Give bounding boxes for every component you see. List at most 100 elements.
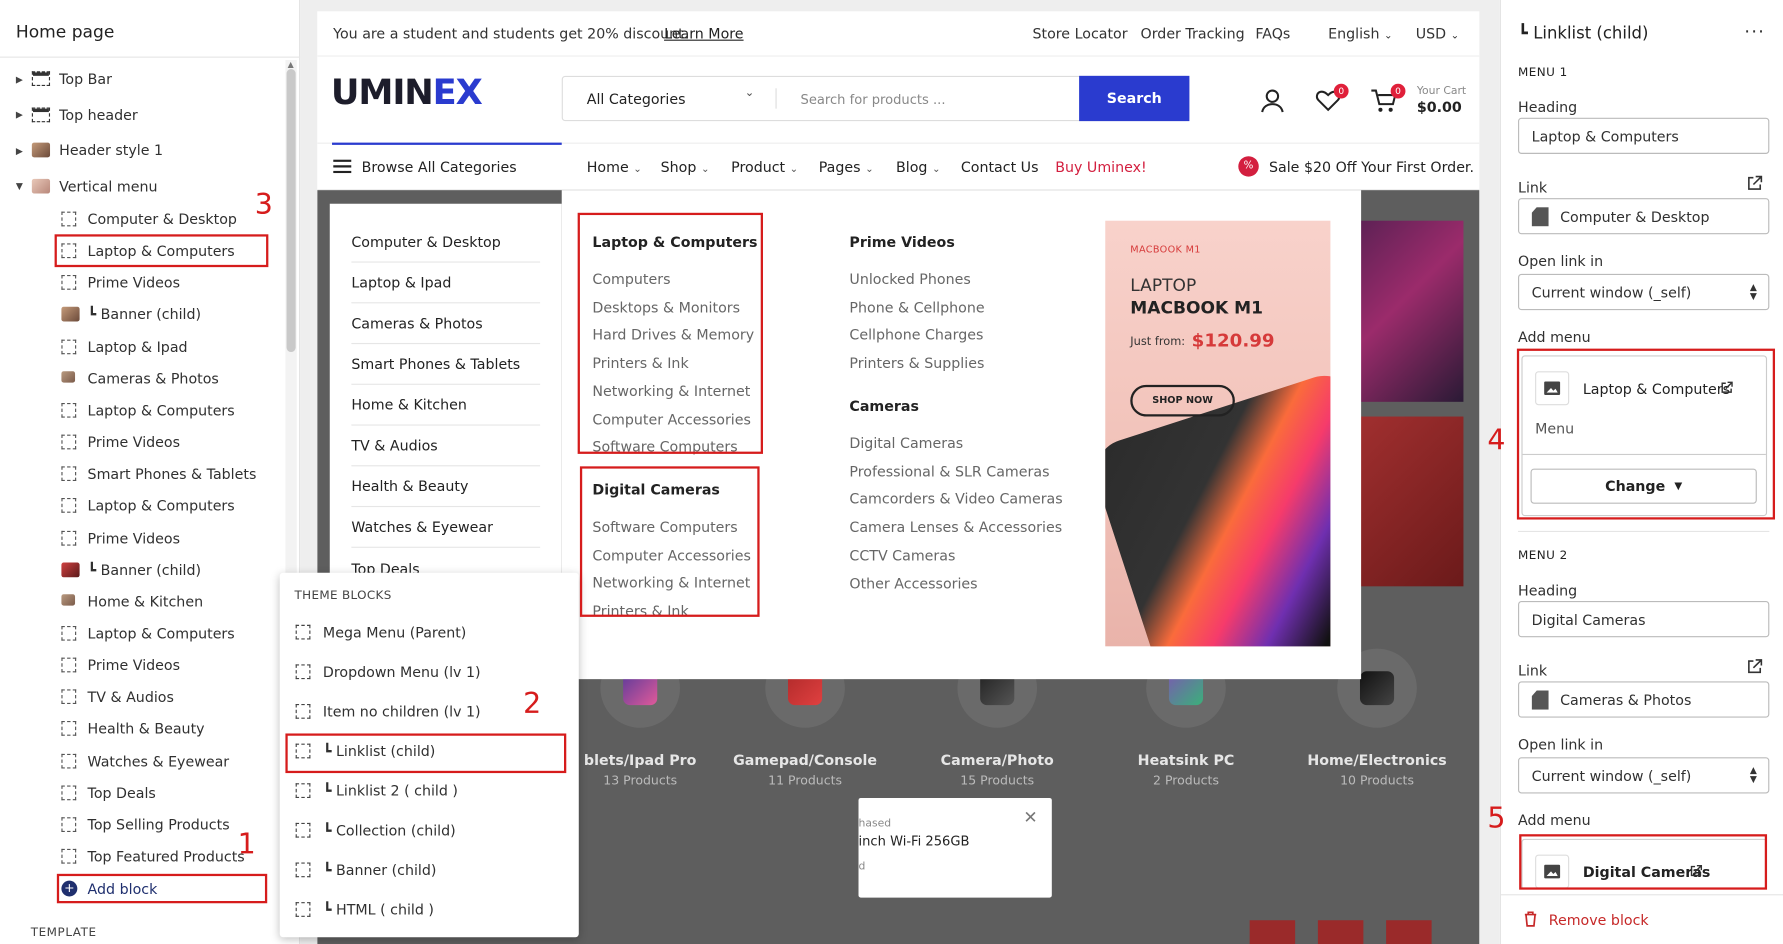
caret-right-icon[interactable]: ▶ bbox=[16, 110, 23, 120]
close-icon[interactable]: ✕ bbox=[1023, 807, 1037, 827]
tree-item[interactable]: Prime Videos bbox=[0, 651, 284, 680]
tree-item[interactable]: Laptop & Ipad bbox=[0, 332, 284, 361]
nav-item-blog[interactable]: Blog ⌄ bbox=[896, 158, 941, 175]
mega-menu-link[interactable]: Camcorders & Video Cameras bbox=[849, 491, 1062, 508]
caret-down-icon[interactable]: ▼ bbox=[16, 181, 23, 191]
nav-item-home[interactable]: Home ⌄ bbox=[587, 158, 642, 175]
menu1-open-select[interactable]: Current window (_self) ▲ ▼ bbox=[1518, 273, 1770, 311]
mega-menu-link[interactable]: Professional & SLR Cameras bbox=[849, 463, 1049, 480]
hamburger-menu-icon[interactable] bbox=[333, 159, 352, 174]
tree-item[interactable]: ▼ Vertical menu bbox=[0, 172, 284, 201]
nav-item-shop[interactable]: Shop ⌄ bbox=[661, 158, 710, 175]
tree-item[interactable]: TV & Audios bbox=[0, 683, 284, 712]
mega-menu-link[interactable]: CCTV Cameras bbox=[849, 546, 955, 563]
tree-item[interactable]: Health & Beauty bbox=[0, 715, 284, 744]
tree-item[interactable]: Prime Videos bbox=[0, 428, 284, 457]
promo-banner[interactable]: MACBOOK M1 LAPTOP MACBOOK M1 Just from: … bbox=[1105, 220, 1331, 647]
user-icon[interactable] bbox=[1260, 88, 1285, 113]
faqs-link[interactable]: FAQs bbox=[1255, 25, 1290, 42]
menu2-open-select[interactable]: Current window (_self) ▲ ▼ bbox=[1518, 757, 1770, 794]
tree-item[interactable]: Top Deals bbox=[0, 778, 284, 807]
top-bar: You are a student and students get 20% d… bbox=[317, 11, 1480, 57]
theme-block-option[interactable]: ┗ Linklist 2 ( child ) bbox=[295, 776, 458, 805]
nav-item-product[interactable]: Product ⌄ bbox=[731, 158, 798, 175]
side-category-item[interactable]: Health & Beauty bbox=[351, 466, 541, 508]
order-tracking-link[interactable]: Order Tracking bbox=[1141, 25, 1245, 42]
mega-menu-link[interactable]: Phone & Cellphone bbox=[849, 298, 984, 315]
sale-banner-text[interactable]: Sale $20 Off Your First Order. bbox=[1269, 158, 1474, 175]
tree-item[interactable]: Watches & Eyewear bbox=[0, 747, 284, 776]
nav-item-contact-us[interactable]: Contact Us bbox=[961, 158, 1039, 175]
menu2-heading-input[interactable]: Digital Cameras bbox=[1518, 601, 1770, 638]
browse-categories-button[interactable]: Browse All Categories bbox=[362, 158, 517, 175]
menu2-link-input[interactable]: Cameras & Photos bbox=[1518, 681, 1770, 718]
menu2-caption: MENU 2 bbox=[1518, 548, 1568, 563]
tree-item[interactable]: ▶ Top Bar bbox=[0, 65, 284, 94]
external-link-icon[interactable] bbox=[1747, 175, 1763, 191]
tree-item[interactable]: ┗ Banner (child) bbox=[0, 300, 284, 329]
tree-item[interactable]: Prime Videos bbox=[0, 269, 284, 298]
mega-menu-link[interactable]: Unlocked Phones bbox=[849, 271, 970, 288]
language-select[interactable]: English ⌄ bbox=[1328, 25, 1392, 42]
mega-col2b-title[interactable]: Cameras bbox=[849, 397, 919, 414]
mega-col2-title[interactable]: Prime Videos bbox=[849, 233, 954, 250]
menu1-link-input[interactable]: Computer & Desktop bbox=[1518, 198, 1770, 235]
tree-item[interactable]: Smart Phones & Tablets bbox=[0, 460, 284, 489]
tree-item[interactable]: ▶ Header style 1 bbox=[0, 136, 284, 165]
mega-menu-link[interactable]: Other Accessories bbox=[849, 574, 977, 591]
theme-block-option[interactable]: ┗ HTML ( child ) bbox=[295, 895, 434, 924]
tree-item[interactable]: ▶ Top header bbox=[0, 100, 284, 129]
search-input[interactable]: Search for products ... bbox=[801, 92, 946, 108]
store-locator-link[interactable]: Store Locator bbox=[1032, 25, 1127, 42]
mega-menu-link[interactable]: Camera Lenses & Accessories bbox=[849, 519, 1062, 536]
tree-item[interactable]: Home & Kitchen bbox=[0, 587, 284, 616]
frame-icon bbox=[61, 785, 77, 800]
trash-icon[interactable] bbox=[1524, 911, 1538, 927]
buy-uminex-link[interactable]: Buy Uminex! bbox=[1055, 158, 1147, 175]
theme-block-option[interactable]: Mega Menu (Parent) bbox=[295, 617, 466, 646]
scrollbar-thumb[interactable] bbox=[286, 69, 296, 353]
tree-item[interactable]: Computer & Desktop bbox=[0, 205, 284, 234]
tree-item[interactable]: Laptop & Computers bbox=[0, 396, 284, 425]
side-category-item[interactable]: Computer & Desktop bbox=[351, 222, 541, 263]
tree-item-label: Health & Beauty bbox=[87, 720, 205, 738]
search-button[interactable]: Search bbox=[1079, 75, 1190, 121]
nav-item-pages[interactable]: Pages ⌄ bbox=[819, 158, 874, 175]
tree-item[interactable]: Cameras & Photos bbox=[0, 364, 284, 393]
site-logo[interactable]: UMINEX bbox=[331, 72, 483, 113]
frame-icon bbox=[61, 689, 77, 705]
side-category-item[interactable]: Watches & Eyewear bbox=[351, 507, 541, 548]
theme-block-option[interactable]: ┗ Collection (child) bbox=[295, 816, 456, 845]
side-category-item[interactable]: Cameras & Photos bbox=[351, 303, 541, 345]
caret-right-icon[interactable]: ▶ bbox=[16, 146, 23, 156]
more-options-icon[interactable]: ··· bbox=[1744, 20, 1765, 42]
mega-menu-link[interactable]: Printers & Supplies bbox=[849, 354, 984, 371]
category-select[interactable]: All Categories bbox=[587, 91, 686, 108]
decor-block bbox=[1249, 920, 1296, 944]
side-category-item[interactable]: Laptop & Ipad bbox=[351, 263, 541, 304]
theme-block-option[interactable]: Item no children (lv 1) bbox=[295, 696, 481, 725]
frame-icon bbox=[295, 783, 311, 798]
learn-more-link[interactable]: Learn More bbox=[664, 25, 743, 42]
side-category-item[interactable]: Smart Phones & Tablets bbox=[351, 344, 541, 385]
shop-now-button[interactable]: SHOP NOW bbox=[1130, 384, 1235, 417]
tree-item[interactable]: Prime Videos bbox=[0, 524, 284, 553]
tree-item[interactable]: ┗ Banner (child) bbox=[0, 555, 284, 584]
category-name: Camera/Photo bbox=[940, 751, 1054, 769]
caret-right-icon[interactable]: ▶ bbox=[16, 74, 23, 84]
mega-menu-link[interactable]: Digital Cameras bbox=[849, 435, 963, 452]
currency-select[interactable]: USD ⌄ bbox=[1416, 25, 1459, 42]
theme-block-option[interactable]: ┗ Banner (child) bbox=[295, 855, 436, 884]
scroll-up-icon[interactable]: ▲ bbox=[288, 60, 294, 69]
theme-block-option[interactable]: Dropdown Menu (lv 1) bbox=[295, 657, 481, 686]
tree-item[interactable]: Laptop & Computers bbox=[0, 619, 284, 648]
remove-block-button[interactable]: Remove block bbox=[1549, 911, 1649, 928]
side-category-item[interactable]: Home & Kitchen bbox=[351, 385, 541, 426]
tree-item[interactable]: Laptop & Computers bbox=[0, 492, 284, 521]
external-link-icon[interactable] bbox=[1747, 659, 1763, 675]
side-category-item[interactable]: TV & Audios bbox=[351, 426, 541, 467]
menu2-open-label: Open link in bbox=[1518, 735, 1604, 753]
frame-icon bbox=[61, 434, 77, 450]
menu1-heading-input[interactable]: Laptop & Computers bbox=[1518, 117, 1770, 154]
mega-menu-link[interactable]: Cellphone Charges bbox=[849, 326, 983, 343]
